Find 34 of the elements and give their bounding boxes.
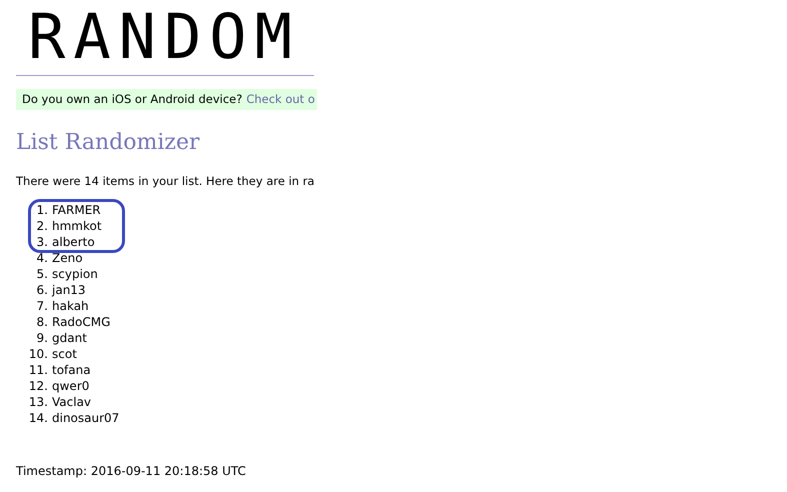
- banner-text: Do you own an iOS or Android device?: [22, 90, 242, 108]
- list-item: tofana: [52, 362, 91, 378]
- list-item: Zeno: [52, 250, 83, 266]
- list-item: jan13: [52, 282, 86, 298]
- list-number: 14.: [28, 410, 49, 426]
- list-number: 12.: [28, 378, 49, 394]
- page-heading: List Randomizer: [16, 129, 200, 157]
- list-number: 3.: [36, 234, 49, 250]
- list-number: 6.: [36, 282, 49, 298]
- list-item: hakah: [52, 298, 89, 314]
- list-number: 9.: [36, 330, 49, 346]
- list-item: hmmkot: [52, 218, 102, 234]
- list-item: Vaclav: [52, 394, 92, 410]
- logo[interactable]: RANDOM: [28, 6, 300, 68]
- list-number: 11.: [28, 362, 49, 378]
- list-number: 8.: [36, 314, 49, 330]
- list-number: 1.: [36, 202, 49, 218]
- timestamp: Timestamp: 2016-09-11 20:18:58 UTC: [16, 463, 247, 480]
- list-item: dinosaur07: [52, 410, 120, 426]
- list-number: 7.: [36, 298, 49, 314]
- list-number: 13.: [28, 394, 49, 410]
- list-number: 5.: [36, 266, 49, 282]
- list-item: RadoCMG: [52, 314, 110, 330]
- list-number: 4.: [36, 250, 49, 266]
- list-item: gdant: [52, 330, 87, 346]
- list-number: 10.: [28, 346, 49, 362]
- list-item: scot: [52, 346, 77, 362]
- intro-text: There were 14 items in your list. Here they are in ra: [16, 173, 314, 190]
- list-item: alberto: [52, 234, 95, 250]
- banner-link[interactable]: Check out o: [246, 90, 315, 108]
- list-item: scypion: [52, 266, 98, 282]
- list-item: qwer0: [52, 378, 90, 394]
- list-item: FARMER: [52, 202, 101, 218]
- list-number: 2.: [36, 218, 49, 234]
